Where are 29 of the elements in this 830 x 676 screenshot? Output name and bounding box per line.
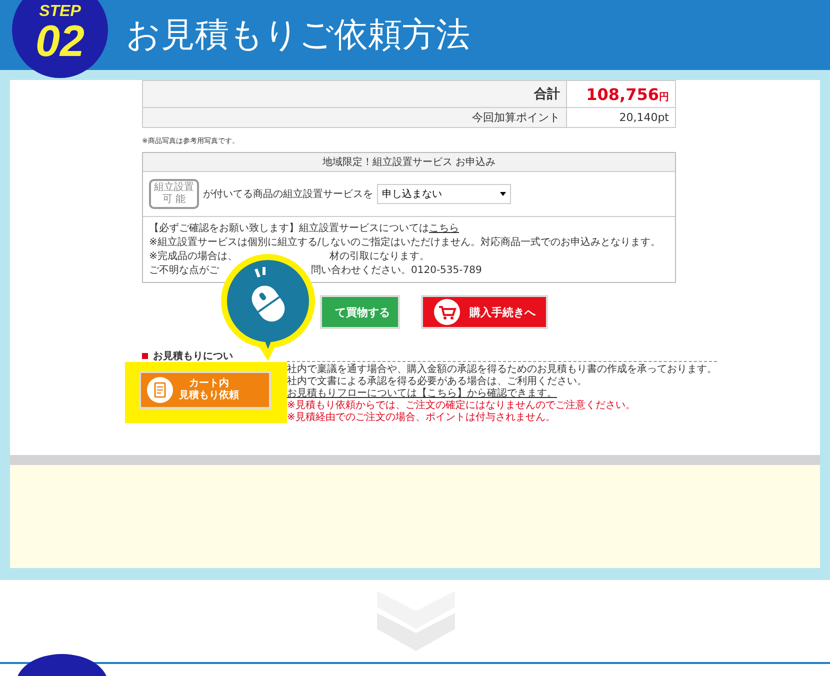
assembly-select[interactable]: 申し込まない: [377, 184, 511, 204]
checkout-button[interactable]: 購入手続きへ: [421, 295, 548, 329]
estimate-heading: お見積もりについ: [153, 350, 233, 362]
total-price: 108,756円: [566, 80, 676, 108]
details-link[interactable]: こちら: [429, 222, 459, 236]
total-label: 合計: [142, 80, 566, 108]
assembly-badge: 組立設置 可 能: [149, 179, 199, 209]
note-text: 【必ずご確認をお願い致します】組立設置サービスについては: [149, 222, 429, 236]
note-text: ※組立設置サービスは個別に組立する/しないのご指定はいただけません。対応商品一式でのお申込みとなります。: [149, 236, 661, 250]
warning-text: ※見積もり依頼からでは、ご注文の確定にはなりませんのでご注意ください。: [287, 400, 636, 412]
assembly-prompt: が付いてる商品の組立設置サービスを: [203, 188, 373, 201]
note-text: 問い合わせください。0120-535-789: [311, 264, 482, 278]
points-label: 今回加算ポイント: [142, 108, 566, 128]
step-label: STEP: [39, 4, 81, 20]
assembly-title: 地域限定！組立設置サービス お申込み: [143, 153, 675, 172]
clipboard-icon: [147, 377, 173, 403]
warning-text: ※見積経由でのご注文の場合、ポイントは付与されません。: [287, 412, 556, 424]
section-title: お見積もりご依頼方法: [126, 14, 470, 57]
points-value: 20,140pt: [566, 108, 676, 128]
caret-icon: [500, 192, 506, 196]
note-text: 材の引取になります。: [329, 250, 430, 264]
bullet-square-icon: [142, 352, 148, 358]
step-number: 02: [36, 20, 84, 64]
note-text: ご不明な点がご: [149, 264, 219, 278]
cart-icon: [434, 299, 460, 325]
estimate-text: 社内で文書による承認を得る必要がある場合は、ご利用ください。: [287, 376, 587, 388]
note-text: ※完成品の場合は、: [149, 250, 238, 264]
estimate-flow-link[interactable]: お見積もりフローについては【こちら】から確認できます。: [287, 388, 557, 400]
estimate-text: 社内で稟議を通す場合や、購入金額の承認を得るためのお見積もり書の作成を承っております。: [287, 364, 717, 376]
